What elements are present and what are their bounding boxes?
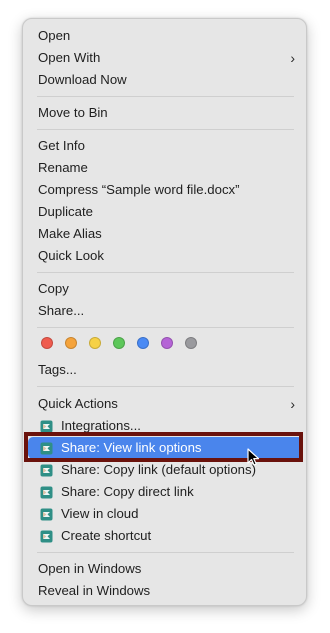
menu-item-tags[interactable]: Tags... [28, 359, 303, 381]
menu-item-label: Duplicate [38, 204, 93, 219]
menu-item-label: Copy [38, 281, 69, 296]
menu-item-label: Create shortcut [61, 528, 152, 543]
menu-item-compress[interactable]: Compress “Sample word file.docx” [28, 179, 303, 201]
menu-item-label: Quick Look [38, 248, 104, 263]
menu-item-label: Reveal in Windows [38, 583, 151, 598]
menu-item-rename[interactable]: Rename [28, 157, 303, 179]
menu-item-view-in-cloud[interactable]: View in cloud [28, 503, 303, 525]
menu-item-label: Download Now [38, 72, 127, 87]
menu-separator [37, 327, 294, 328]
chevron-right-icon: › [290, 396, 295, 412]
context-menu: Open Open With › Download Now Move to Bi… [22, 18, 307, 606]
tag-dot-gray[interactable] [185, 337, 197, 349]
tag-dot-green[interactable] [113, 337, 125, 349]
menu-item-label: Quick Actions [38, 396, 118, 411]
menu-item-move-to-bin[interactable]: Move to Bin [28, 102, 303, 124]
tag-dot-red[interactable] [41, 337, 53, 349]
menu-item-duplicate[interactable]: Duplicate [28, 201, 303, 223]
tag-dot-yellow[interactable] [89, 337, 101, 349]
cloud-app-icon [40, 418, 53, 433]
menu-item-share-copy-link[interactable]: Share: Copy link (default options) [28, 459, 303, 481]
menu-item-label: Share: Copy link (default options) [61, 462, 256, 477]
menu-item-label: Share: View link options [61, 440, 202, 455]
menu-item-label: Move to Bin [38, 105, 108, 120]
cloud-app-icon [40, 484, 53, 499]
menu-separator [37, 272, 294, 273]
tag-dot-orange[interactable] [65, 337, 77, 349]
cloud-app-icon [40, 506, 53, 521]
menu-item-label: View in cloud [61, 506, 139, 521]
menu-item-label: Open in Windows [38, 561, 142, 576]
chevron-right-icon: › [290, 50, 295, 66]
menu-item-label: Get Info [38, 138, 85, 153]
menu-item-share[interactable]: Share... [28, 300, 303, 322]
menu-separator [37, 386, 294, 387]
menu-item-quick-actions[interactable]: Quick Actions › [28, 393, 303, 415]
mouse-pointer-icon [247, 448, 260, 466]
menu-item-label: Share: Copy direct link [61, 484, 194, 499]
menu-item-reveal-in-windows[interactable]: Reveal in Windows [28, 580, 303, 602]
menu-item-label: Open [38, 28, 71, 43]
menu-item-label: Integrations... [61, 418, 141, 433]
menu-item-open-in-windows[interactable]: Open in Windows [28, 558, 303, 580]
cloud-app-icon [40, 440, 53, 455]
menu-item-label: Make Alias [38, 226, 102, 241]
menu-item-label: Tags... [38, 362, 77, 377]
menu-item-create-shortcut[interactable]: Create shortcut [28, 525, 303, 547]
menu-item-get-info[interactable]: Get Info [28, 135, 303, 157]
menu-item-label: Compress “Sample word file.docx” [38, 182, 240, 197]
menu-item-share-copy-direct-link[interactable]: Share: Copy direct link [28, 481, 303, 503]
menu-item-make-alias[interactable]: Make Alias [28, 223, 303, 245]
menu-separator [37, 552, 294, 553]
menu-item-quick-look[interactable]: Quick Look [28, 245, 303, 267]
menu-item-copy[interactable]: Copy [28, 278, 303, 300]
menu-item-share-view-link-options[interactable]: Share: View link options [28, 437, 303, 459]
menu-separator [37, 96, 294, 97]
menu-item-label: Rename [38, 160, 88, 175]
cloud-app-icon [40, 528, 53, 543]
menu-item-open-with[interactable]: Open With › [28, 47, 303, 69]
tag-dot-purple[interactable] [161, 337, 173, 349]
menu-item-open[interactable]: Open [28, 25, 303, 47]
cloud-app-icon [40, 462, 53, 477]
menu-item-download-now[interactable]: Download Now [28, 69, 303, 91]
menu-item-label: Share... [38, 303, 85, 318]
tag-dot-blue[interactable] [137, 337, 149, 349]
menu-item-integrations[interactable]: Integrations... [28, 415, 303, 437]
menu-item-label: Open With [38, 50, 101, 65]
menu-separator [37, 129, 294, 130]
